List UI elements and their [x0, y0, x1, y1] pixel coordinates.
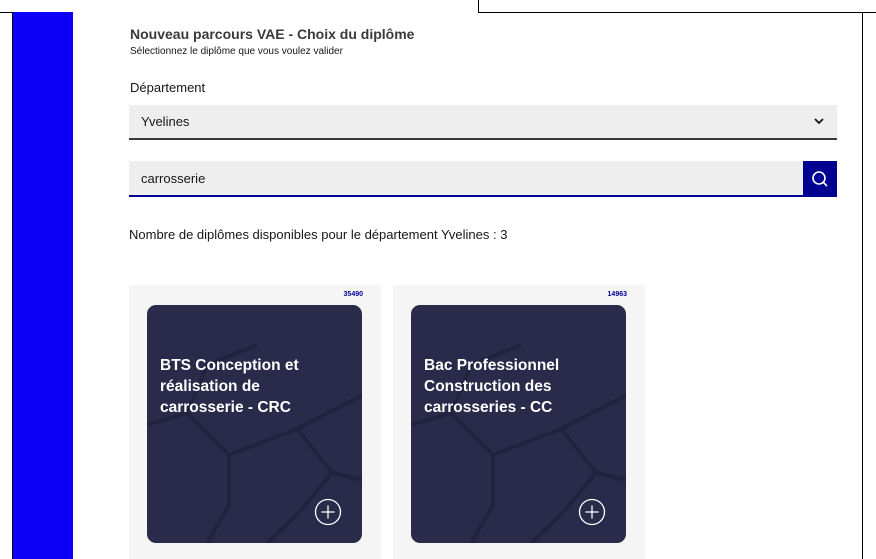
frame-line: [862, 12, 863, 559]
frame-line: [478, 12, 876, 13]
diploma-card-tile: Bac Professionnel Construction des carro…: [411, 305, 626, 543]
search-bar: [129, 161, 837, 197]
department-label: Département: [130, 80, 206, 95]
diploma-code: 35490: [343, 291, 363, 298]
search-icon: [812, 171, 828, 187]
plus-circle-icon[interactable]: [314, 498, 342, 526]
search-button[interactable]: [803, 161, 837, 197]
page-subtitle: Sélectionnez le diplôme que vous voulez …: [130, 46, 343, 57]
frame-line: [478, 0, 479, 13]
diploma-title: BTS Conception et réalisation de carross…: [160, 357, 299, 416]
plus-circle-icon[interactable]: [578, 498, 606, 526]
search-input[interactable]: [129, 161, 803, 197]
department-select[interactable]: Yvelines: [129, 105, 837, 140]
page-title: Nouveau parcours VAE - Choix du diplôme: [130, 26, 415, 42]
department-selected-value: Yvelines: [141, 114, 190, 129]
diploma-title: Bac Professionnel Construction des carro…: [424, 357, 560, 416]
diploma-card[interactable]: 14963 Bac Professionnel Construction des…: [393, 285, 645, 559]
diploma-card-tile: BTS Conception et réalisation de carross…: [147, 305, 362, 543]
chevron-down-icon: [814, 118, 824, 125]
sidebar-bar: [13, 12, 73, 559]
diploma-card[interactable]: 35490 BTS Conception et réalisation de c…: [129, 285, 381, 559]
diploma-code: 14963: [607, 291, 627, 298]
results-count: Nombre de diplômes disponibles pour le d…: [129, 227, 508, 242]
